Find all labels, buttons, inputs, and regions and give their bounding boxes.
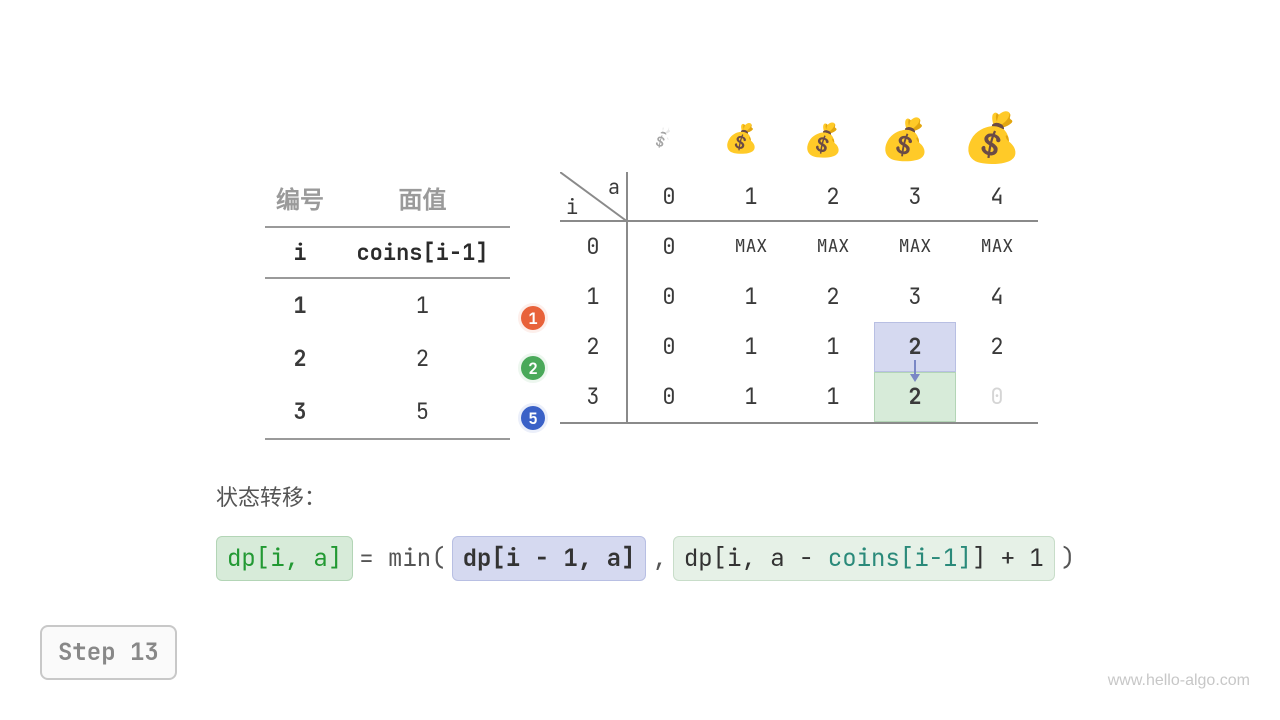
- coins-head-value: 面值: [335, 180, 510, 216]
- dp-row: 0 MAX MAX MAX MAX: [628, 222, 1038, 272]
- coins-table: 编号 面值 i coins[i-1] 1 1 2 2 3 5: [265, 180, 510, 440]
- dp-cell: 3: [874, 272, 956, 322]
- transition-formula: dp[i, a] = min( dp[i − 1, a] , dp[i, a −…: [216, 536, 1075, 581]
- moneybag-icon: 💰: [800, 118, 846, 161]
- dp-header-row: 0 1 2 3 4: [628, 172, 1038, 222]
- dp-header-cell: 1: [710, 172, 792, 220]
- dp-row-labels: 0 1 2 3: [560, 222, 628, 422]
- coins-table-body: 1 1 2 2 3 5: [265, 279, 510, 440]
- coin-badge-1-icon: 1: [518, 303, 548, 333]
- formula-close: ): [1061, 543, 1075, 574]
- coin-badge-2-icon: 2: [518, 353, 548, 383]
- formula-arg2-pre: dp[i, a −: [684, 543, 828, 574]
- coins-row-v: 2: [335, 344, 510, 373]
- dp-cell: 1: [710, 322, 792, 372]
- moneybag-icon: 💰: [962, 106, 1008, 169]
- coins-row-i: 1: [265, 291, 335, 320]
- coins-row: 1 1: [265, 279, 510, 332]
- dp-cell: 1: [792, 372, 874, 422]
- dp-axis-corner: a i: [560, 172, 628, 222]
- dp-cell: 1: [792, 322, 874, 372]
- dp-cell: MAX: [792, 222, 874, 272]
- dp-row: 0 1 2 3 4: [628, 272, 1038, 322]
- dp-cell: 1: [710, 372, 792, 422]
- formula-section: 状态转移： dp[i, a] = min( dp[i − 1, a] , dp[…: [216, 480, 1075, 581]
- dp-cell: 0: [628, 222, 710, 272]
- dp-cell-target: 2: [874, 372, 956, 422]
- coins-sub-value: coins[i-1]: [335, 238, 510, 267]
- dp-cell-pending: 0: [956, 372, 1038, 422]
- dp-axis-i-label: i: [566, 194, 578, 220]
- watermark: www.hello-algo.com: [1108, 672, 1250, 690]
- dp-row-label: 2: [560, 322, 626, 372]
- dp-row-label: 0: [560, 222, 626, 272]
- dp-cell: 2: [792, 272, 874, 322]
- dp-cell: 0: [628, 372, 710, 422]
- formula-comma: ,: [652, 543, 666, 574]
- formula-lhs: dp[i, a]: [216, 536, 353, 581]
- dp-row: 0 1 1 2 0: [628, 372, 1038, 422]
- dp-cell: 0: [628, 272, 710, 322]
- dp-cell: MAX: [956, 222, 1038, 272]
- moneybag-icon: 💰: [718, 120, 764, 157]
- dp-bottom-rule: [560, 422, 1038, 424]
- coins-row-v: 5: [335, 397, 510, 426]
- dp-row: 0 1 1 2 2: [628, 322, 1038, 372]
- coins-row: 3 5: [265, 385, 510, 438]
- coins-head-index: 编号: [265, 180, 335, 216]
- dp-cell: 1: [710, 272, 792, 322]
- coin-badge-5-icon: 5: [518, 403, 548, 433]
- dp-header-cell: 2: [792, 172, 874, 220]
- dp-header-cell: 3: [874, 172, 956, 220]
- formula-arg2-post: ] + 1: [972, 543, 1044, 574]
- coins-sub-index: i: [265, 238, 335, 267]
- dp-cell: MAX: [710, 222, 792, 272]
- dp-cell-source: 2: [874, 322, 956, 372]
- dp-cell: 2: [956, 322, 1038, 372]
- dp-row-label: 1: [560, 272, 626, 322]
- dp-row-label: 3: [560, 372, 626, 422]
- dp-header-cell: 4: [956, 172, 1038, 220]
- formula-eq: = min(: [359, 543, 445, 574]
- moneybag-empty-icon: 💰: [638, 124, 684, 153]
- coins-row-i: 3: [265, 397, 335, 426]
- coins-table-subhead: i coins[i-1]: [265, 228, 510, 279]
- dp-axis-a-label: a: [608, 174, 620, 200]
- dp-cell: 4: [956, 272, 1038, 322]
- coins-table-head: 编号 面值: [265, 180, 510, 228]
- formula-label: 状态转移：: [216, 480, 1075, 512]
- coins-row-v: 1: [335, 291, 510, 320]
- coins-row: 2 2: [265, 332, 510, 385]
- dp-cell: MAX: [874, 222, 956, 272]
- dp-cell: 0: [628, 322, 710, 372]
- moneybag-icon: 💰: [880, 112, 926, 165]
- step-badge: Step 13: [40, 625, 177, 680]
- coins-row-i: 2: [265, 344, 335, 373]
- formula-arg1: dp[i − 1, a]: [452, 536, 647, 581]
- formula-arg2: dp[i, a − coins[i-1]] + 1: [673, 536, 1055, 581]
- formula-arg2-coins: coins[i-1]: [828, 543, 972, 574]
- dp-header-cell: 0: [628, 172, 710, 220]
- dp-grid: 0 MAX MAX MAX MAX 0 1 2 3 4 0 1 1 2 2: [628, 222, 1038, 422]
